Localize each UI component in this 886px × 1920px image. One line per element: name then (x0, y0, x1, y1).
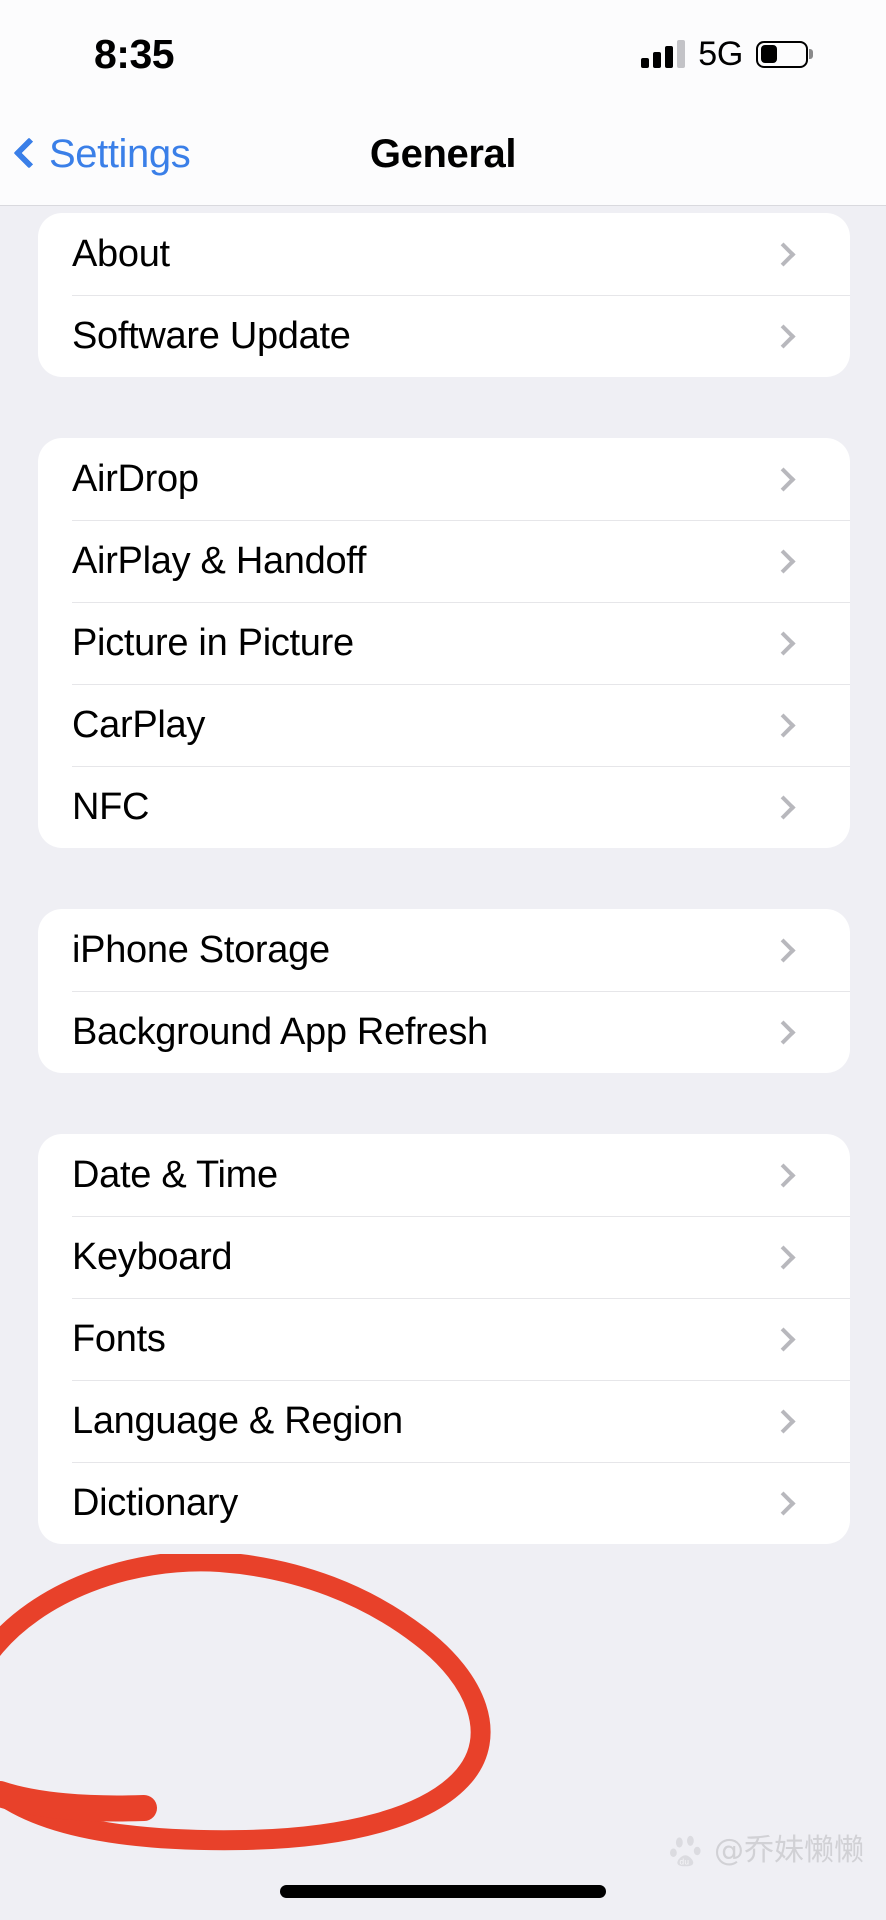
settings-row-label: Picture in Picture (72, 622, 354, 664)
settings-row-label: Dictionary (72, 1482, 238, 1524)
settings-row-label: CarPlay (72, 704, 206, 746)
navigation-bar: Settings General (0, 102, 886, 206)
chevron-right-icon (771, 1162, 796, 1188)
settings-row-label: Background App Refresh (72, 1011, 488, 1053)
settings-row[interactable]: AirDrop (38, 438, 850, 520)
chevron-right-icon (771, 712, 796, 738)
chevron-right-icon (771, 241, 796, 267)
settings-row-label: NFC (72, 786, 150, 828)
settings-row[interactable]: iPhone Storage (38, 909, 850, 991)
settings-row[interactable]: AirPlay & Handoff (38, 520, 850, 602)
watermark-text: @乔妹懒懒 (714, 1833, 864, 1868)
settings-row[interactable]: NFC (38, 766, 850, 848)
settings-row[interactable]: Language & Region (38, 1380, 850, 1462)
chevron-right-icon (771, 323, 796, 349)
status-bar-time: 8:35 (94, 30, 175, 77)
settings-list[interactable]: About Software Update AirDrop AirPlay & Han… (0, 206, 886, 1920)
watermark: du @乔妹懒懒 (670, 1834, 864, 1868)
status-bar-indicators: 5G (641, 31, 808, 71)
settings-row[interactable]: About (38, 213, 850, 295)
iphone-screen: 8:35 5G Settings General About Software U… (0, 0, 886, 1920)
battery-icon (756, 40, 808, 68)
page-title: General (369, 131, 517, 176)
chevron-right-icon (771, 1490, 796, 1516)
settings-row-label: Software Update (72, 315, 351, 357)
chevron-right-icon (771, 1408, 796, 1434)
cellular-signal-icon (641, 40, 686, 68)
baidu-logo-text: du (679, 1858, 689, 1867)
settings-row[interactable]: CarPlay (38, 684, 850, 766)
settings-row-label: Date & Time (72, 1154, 278, 1196)
chevron-right-icon (771, 1244, 796, 1270)
settings-group-system-info: About Software Update (38, 213, 850, 377)
chevron-right-icon (771, 548, 796, 574)
settings-group-connectivity: AirDrop AirPlay & Handoff Picture in Pictu… (38, 438, 850, 848)
network-type-label: 5G (698, 35, 743, 73)
settings-row-label: About (72, 233, 170, 275)
settings-row[interactable]: Fonts (38, 1298, 850, 1380)
settings-row-label: iPhone Storage (72, 929, 330, 971)
chevron-right-icon (771, 1326, 796, 1352)
battery-fill (760, 45, 777, 63)
status-bar: 8:35 5G (0, 0, 886, 102)
settings-row[interactable]: Picture in Picture (38, 602, 850, 684)
settings-row[interactable]: Dictionary (38, 1462, 850, 1544)
settings-row-label: Fonts (72, 1318, 166, 1360)
chevron-right-icon (771, 1019, 796, 1045)
settings-group-storage: iPhone Storage Background App Refresh (38, 909, 850, 1073)
baidu-paw-icon: du (670, 1835, 701, 1867)
home-indicator[interactable] (280, 1885, 606, 1898)
chevron-right-icon (771, 466, 796, 492)
settings-row[interactable]: Date & Time (38, 1134, 850, 1216)
settings-row[interactable]: Background App Refresh (38, 991, 850, 1073)
chevron-right-icon (771, 630, 796, 656)
settings-row[interactable]: Keyboard (38, 1216, 850, 1298)
settings-row-label: Language & Region (72, 1400, 403, 1442)
settings-row[interactable]: Software Update (38, 295, 850, 377)
settings-row-label: AirPlay & Handoff (72, 540, 367, 582)
chevron-right-icon (771, 794, 796, 820)
settings-row-label: AirDrop (72, 458, 199, 500)
settings-sections: About Software Update AirDrop AirPlay & Han… (0, 213, 886, 1544)
settings-group-localization: Date & Time Keyboard Fonts Language & Regio… (38, 1134, 850, 1544)
settings-row-label: Keyboard (72, 1236, 233, 1278)
chevron-right-icon (771, 937, 796, 963)
